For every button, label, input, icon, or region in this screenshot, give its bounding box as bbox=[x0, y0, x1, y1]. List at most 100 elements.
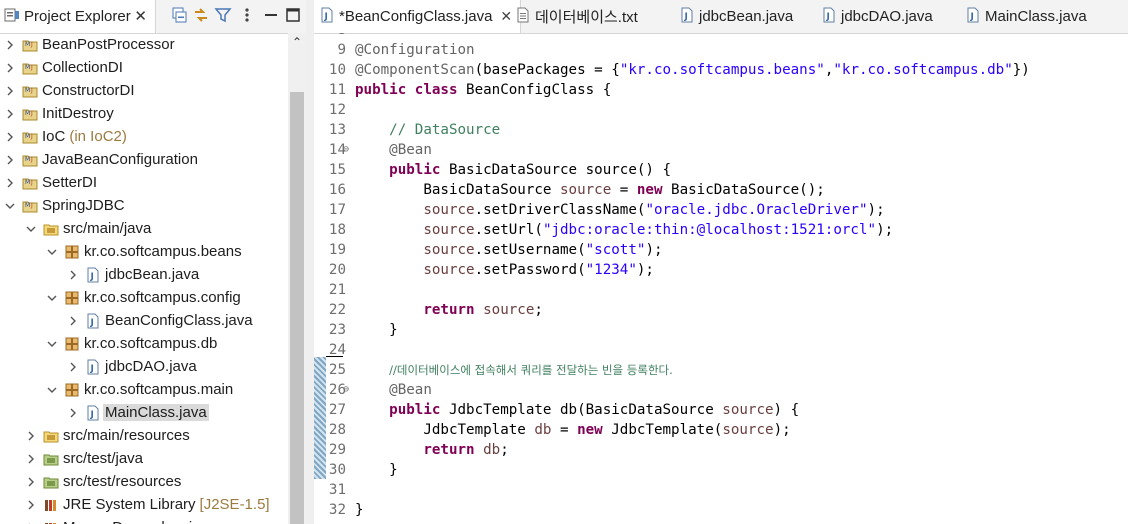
close-icon[interactable]: ✕ bbox=[134, 7, 147, 25]
tree-item[interactable]: M J InitDestroy bbox=[0, 102, 114, 125]
chevron-down-icon[interactable] bbox=[46, 246, 58, 258]
code-text: @Configuration bbox=[355, 40, 475, 60]
code-token: source bbox=[722, 422, 774, 438]
minimize-icon[interactable] bbox=[262, 6, 280, 24]
tree-item[interactable]: kr.co.softcampus.beans bbox=[0, 240, 242, 263]
tree-item[interactable]: M J SpringJDBC bbox=[0, 194, 125, 217]
code-line[interactable]: 30 } bbox=[314, 460, 1128, 480]
editor-tab[interactable]: J *BeanConfigClass.java ✕ bbox=[314, 0, 522, 33]
chevron-down-icon[interactable] bbox=[25, 223, 37, 235]
code-token: source bbox=[423, 262, 475, 278]
chevron-right-icon[interactable] bbox=[4, 177, 16, 189]
tree-item[interactable]: JjdbcDAO.java bbox=[0, 355, 197, 378]
collapse-all-icon[interactable] bbox=[170, 6, 188, 24]
tree-item[interactable]: J MainClass.java bbox=[0, 401, 209, 424]
tree-item[interactable]: M J BeanPostProcessor bbox=[0, 33, 175, 56]
maximize-icon[interactable] bbox=[284, 6, 302, 24]
code-line[interactable]: 29 return db; bbox=[314, 440, 1128, 460]
chevron-right-icon[interactable] bbox=[67, 361, 79, 373]
code-line[interactable]: 28 JdbcTemplate db = new JdbcTemplate(so… bbox=[314, 420, 1128, 440]
code-line[interactable]: 20 source.setPassword("1234"); bbox=[314, 260, 1128, 280]
code-line[interactable]: 19 source.setUsername("scott"); bbox=[314, 240, 1128, 260]
code-line[interactable]: 10 @ComponentScan(basePackages = {"kr.co.… bbox=[314, 60, 1128, 80]
tree-item[interactable]: Maven Dependencies bbox=[0, 516, 208, 524]
editor-tab[interactable]: JjdbcBean.java bbox=[674, 0, 797, 33]
chevron-down-icon[interactable] bbox=[4, 200, 16, 212]
tree-item-label: ConstructorDI bbox=[42, 82, 135, 99]
view-menu-icon[interactable] bbox=[238, 6, 256, 24]
editor-tab[interactable]: J MainClass.java bbox=[960, 0, 1091, 33]
explorer-scroll-thumb[interactable] bbox=[290, 92, 304, 524]
tree-item[interactable]: M J SetterDI bbox=[0, 171, 97, 194]
chevron-right-icon[interactable] bbox=[25, 476, 37, 488]
chevron-right-icon[interactable] bbox=[25, 453, 37, 465]
tree-item[interactable]: kr.co.softcampus.main bbox=[0, 378, 233, 401]
chevron-right-icon[interactable] bbox=[4, 131, 16, 143]
tree-item[interactable]: src/main/java bbox=[0, 217, 151, 240]
chevron-right-icon[interactable] bbox=[67, 315, 79, 327]
code-line[interactable]: 12 bbox=[314, 100, 1128, 120]
filter-icon[interactable] bbox=[214, 6, 232, 24]
chevron-right-icon[interactable] bbox=[4, 62, 16, 74]
tree-item[interactable]: src/test/resources bbox=[0, 470, 181, 493]
sash-divider[interactable] bbox=[306, 0, 314, 524]
editor-tab-label: MainClass.java bbox=[985, 8, 1087, 25]
code-line[interactable]: 32} bbox=[314, 500, 1128, 520]
chevron-down-icon[interactable] bbox=[46, 338, 58, 350]
code-line[interactable]: 25 //데이터베이스에 접속해서 쿼리를 전달하는 빈을 등록한다. bbox=[314, 360, 1128, 380]
editor-tab[interactable]: JjdbcDAO.java bbox=[816, 0, 937, 33]
tab-project-explorer[interactable]: Project Explorer ✕ bbox=[0, 0, 156, 33]
code-line[interactable]: 24 bbox=[314, 340, 1128, 360]
line-number: 8 bbox=[320, 33, 346, 40]
code-line[interactable]: 17 source.setDriverClassName("oracle.jdb… bbox=[314, 200, 1128, 220]
chevron-right-icon[interactable] bbox=[4, 39, 16, 51]
code-line[interactable]: 15 public BasicDataSource source() { bbox=[314, 160, 1128, 180]
code-line[interactable]: 23 } bbox=[314, 320, 1128, 340]
editor-tab-label: jdbcDAO.java bbox=[841, 8, 933, 25]
tree-item[interactable]: JRE System Library [J2SE-1.5] bbox=[0, 493, 270, 516]
tree-item[interactable]: J BeanConfigClass.java bbox=[0, 309, 253, 332]
tree-item[interactable]: M J IoC (in IoC2) bbox=[0, 125, 127, 148]
code-line[interactable]: 11 public class BeanConfigClass { bbox=[314, 80, 1128, 100]
chevron-down-icon[interactable] bbox=[46, 384, 58, 396]
code-line[interactable]: 22 return source; bbox=[314, 300, 1128, 320]
tree-item[interactable]: kr.co.softcampus.db bbox=[0, 332, 217, 355]
tree-item[interactable]: M J ConstructorDI bbox=[0, 79, 135, 102]
code-line[interactable]: 26 ⊖ @Bean bbox=[314, 380, 1128, 400]
link-with-editor-icon[interactable] bbox=[192, 6, 210, 24]
code-line[interactable]: 8 bbox=[314, 33, 1128, 40]
chevron-right-icon[interactable] bbox=[67, 269, 79, 281]
tree-item[interactable]: src/test/java bbox=[0, 447, 143, 470]
scroll-up-icon[interactable]: ⌃ bbox=[290, 36, 304, 48]
code-line[interactable]: 27 public JdbcTemplate db(BasicDataSourc… bbox=[314, 400, 1128, 420]
code-line[interactable]: 18 source.setUrl("jdbc:oracle:thin:@loca… bbox=[314, 220, 1128, 240]
tree-item[interactable]: kr.co.softcampus.config bbox=[0, 286, 241, 309]
chevron-right-icon[interactable] bbox=[4, 108, 16, 120]
chevron-right-icon[interactable] bbox=[4, 154, 16, 166]
chevron-right-icon[interactable] bbox=[25, 499, 37, 511]
line-number: 11 bbox=[328, 82, 346, 98]
svg-text:J: J bbox=[324, 12, 328, 22]
code-line[interactable]: 31 bbox=[314, 480, 1128, 500]
tree-item-label: BeanPostProcessor bbox=[42, 36, 175, 53]
tree-item[interactable]: JjdbcBean.java bbox=[0, 263, 199, 286]
fold-collapse-icon[interactable]: ⊖ bbox=[343, 380, 349, 400]
chevron-right-icon[interactable] bbox=[4, 85, 16, 97]
code-line[interactable]: 9 @Configuration bbox=[314, 40, 1128, 60]
code-token: "jdbc:oracle:thin:@localhost:1521:orcl" bbox=[542, 222, 877, 238]
code-line[interactable]: 21 bbox=[314, 280, 1128, 300]
tree-item[interactable]: M J CollectionDI bbox=[0, 56, 123, 79]
package-icon bbox=[64, 382, 80, 398]
chevron-right-icon[interactable] bbox=[25, 430, 37, 442]
chevron-down-icon[interactable] bbox=[46, 292, 58, 304]
chevron-right-icon[interactable] bbox=[67, 407, 79, 419]
editor-tab[interactable]: 데이터베이스.txt bbox=[510, 0, 642, 33]
code-line[interactable]: 14 ⊖ @Bean bbox=[314, 140, 1128, 160]
code-area[interactable]: 8 9 @Configuration 10 @ComponentScan(basePac… bbox=[314, 33, 1128, 524]
code-line[interactable]: 13 // DataSource bbox=[314, 120, 1128, 140]
fold-collapse-icon[interactable]: ⊖ bbox=[343, 140, 349, 160]
tree-item[interactable]: M J JavaBeanConfiguration bbox=[0, 148, 198, 171]
tree-item-label: src/test/java bbox=[63, 450, 144, 467]
tree-item[interactable]: src/main/resources bbox=[0, 424, 190, 447]
code-line[interactable]: 16 BasicDataSource source = new BasicDat… bbox=[314, 180, 1128, 200]
